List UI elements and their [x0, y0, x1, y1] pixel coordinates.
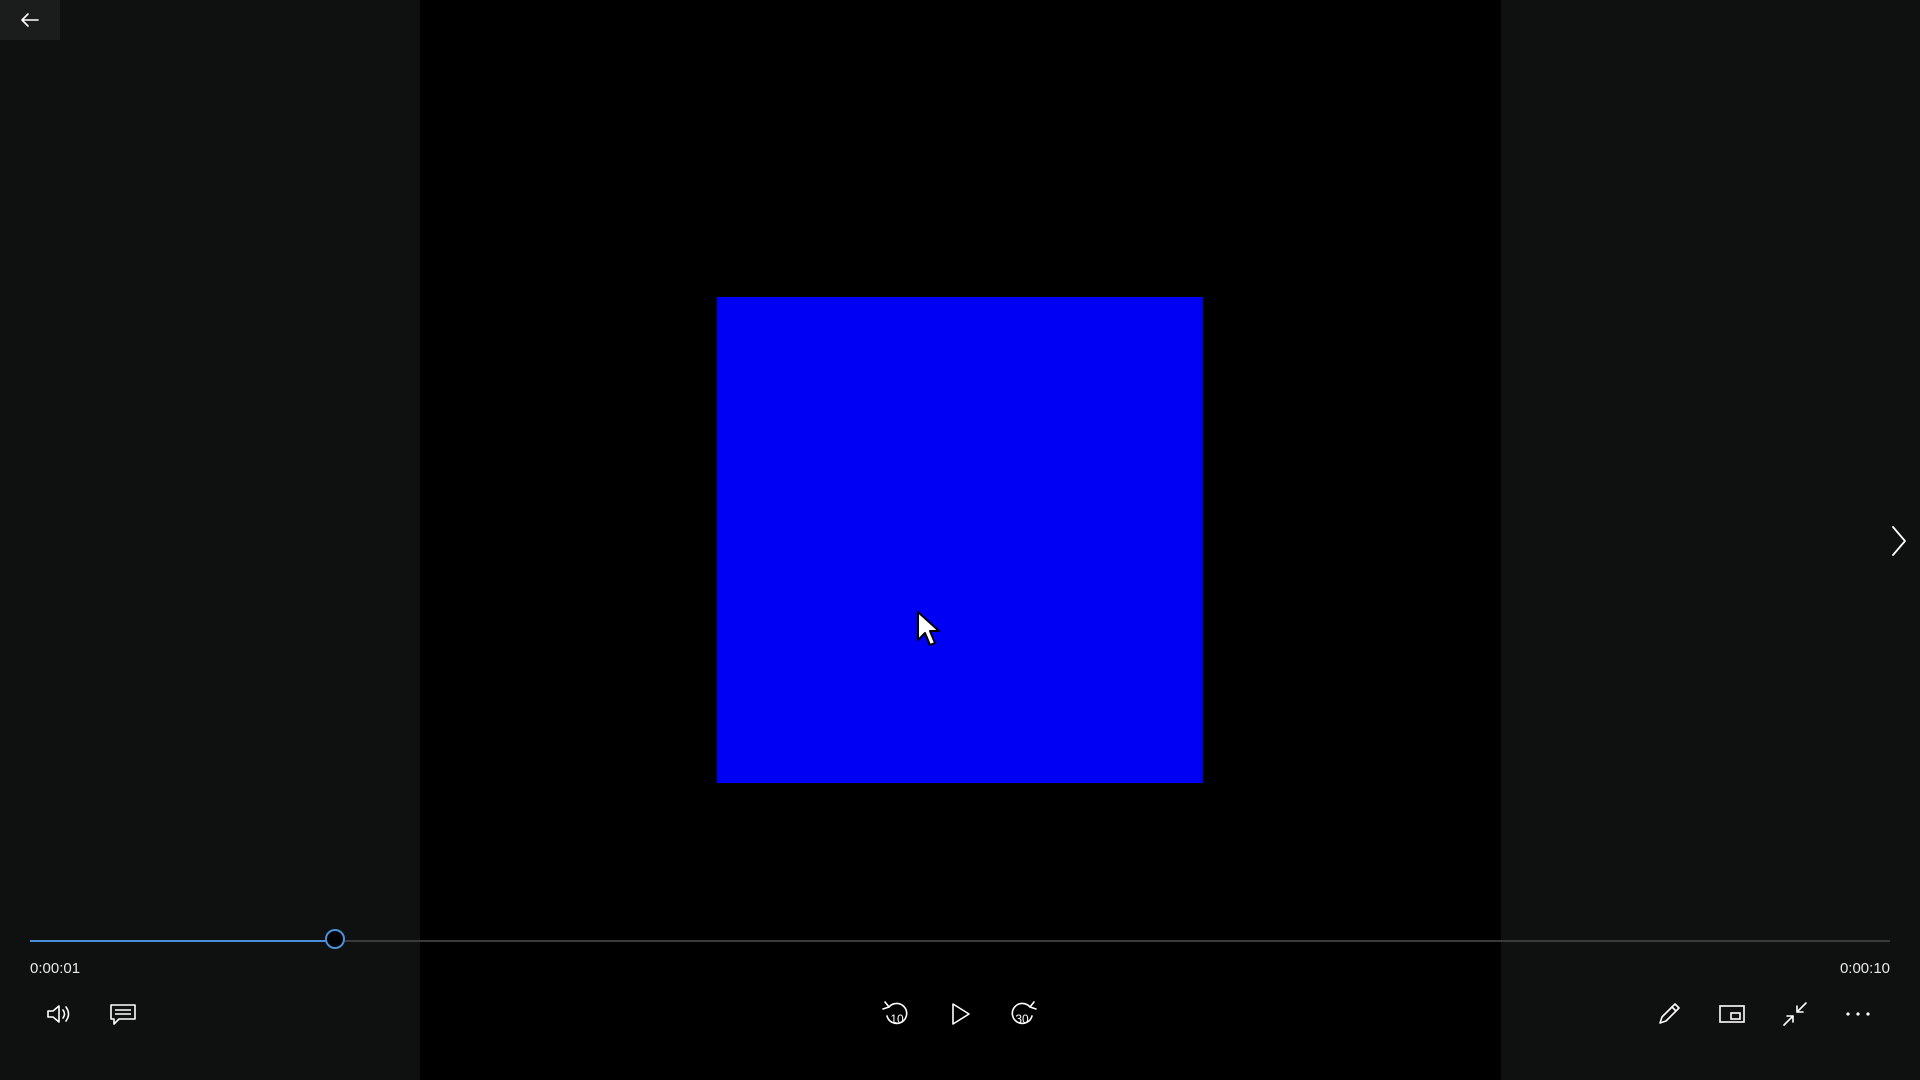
mouse-cursor-icon	[916, 610, 942, 650]
exit-fullscreen-button[interactable]	[1773, 992, 1817, 1036]
skip-back-10-icon: 10	[882, 1001, 908, 1026]
left-letterbox	[0, 0, 420, 1080]
edit-button[interactable]	[1647, 992, 1691, 1036]
media-player: 0:00:01 0:00:10 10 30	[0, 0, 1920, 1080]
back-arrow-icon	[21, 13, 39, 27]
captions-button[interactable]	[101, 992, 145, 1036]
total-time: 0:00:10	[1839, 960, 1890, 977]
seek-bar[interactable]	[30, 929, 1890, 949]
chevron-right-icon	[1892, 526, 1906, 556]
next-item-button[interactable]	[1884, 520, 1914, 562]
skip-forward-label: 30	[1015, 1012, 1029, 1026]
mini-view-icon	[1719, 1005, 1745, 1023]
volume-button[interactable]	[38, 992, 82, 1036]
exit-fullscreen-icon	[1783, 1002, 1807, 1026]
skip-forward-30-icon: 30	[1011, 1001, 1037, 1026]
volume-icon	[47, 1005, 70, 1023]
elapsed-time: 0:00:01	[30, 960, 81, 977]
seek-progress	[30, 940, 335, 942]
more-options-button[interactable]	[1836, 992, 1880, 1036]
video-frame[interactable]	[717, 297, 1203, 783]
captions-icon	[110, 1004, 136, 1025]
seek-thumb[interactable]	[325, 929, 345, 949]
more-icon	[1846, 1012, 1870, 1016]
right-letterbox	[1501, 0, 1920, 1080]
skip-forward-button[interactable]: 30	[1001, 992, 1045, 1036]
mini-view-button[interactable]	[1710, 992, 1754, 1036]
skip-back-label: 10	[890, 1012, 904, 1026]
play-button[interactable]	[938, 992, 982, 1036]
play-icon	[952, 1003, 970, 1025]
back-button[interactable]	[0, 0, 60, 40]
skip-back-button[interactable]: 10	[874, 992, 918, 1036]
pencil-icon	[1659, 1003, 1680, 1024]
